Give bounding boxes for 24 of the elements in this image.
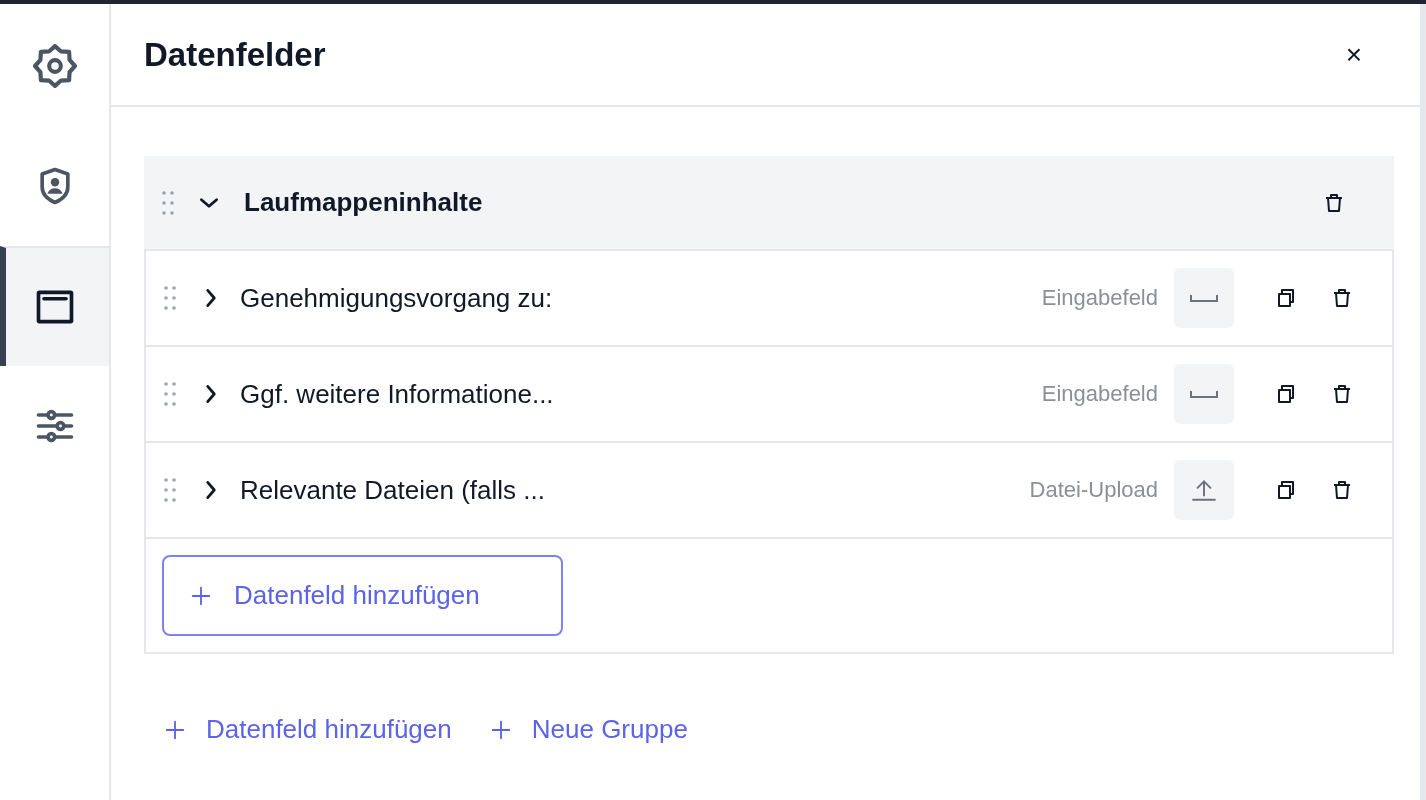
group-title: Laufmappeninhalte [244,187,483,218]
field-label: Ggf. weitere Informatione... [240,378,554,410]
settings-icon [32,44,77,88]
field-type-label: Eingabefeld [1041,381,1158,407]
drag-handle-icon[interactable] [164,478,176,502]
drag-handle-icon[interactable] [164,382,176,406]
drag-handle-icon[interactable] [164,286,176,310]
input-field-icon [1190,292,1218,304]
add-link[interactable]: Neue Gruppe [489,714,688,745]
field-label: Relevante Dateien (falls ... [240,474,545,506]
close-button[interactable]: × [1339,36,1368,73]
drag-handle-icon[interactable] [162,190,174,215]
upload-icon [1191,477,1217,503]
add-field-button[interactable]: Datenfeld hinzufügen [162,555,563,636]
panel-title: Datenfelder [144,35,326,74]
field-type-label: Datei-Upload [1029,477,1158,503]
field-label: Genehmigungsvorgang zu: [240,282,553,314]
plus-icon [489,718,512,741]
sidebar-tab[interactable] [0,246,109,366]
plus-icon [190,584,212,607]
field-type-label: Eingabefeld [1041,285,1158,311]
input-field-icon [1190,388,1218,400]
plus-icon [164,718,186,741]
add-link[interactable]: Datenfeld hinzufügen [164,714,452,745]
